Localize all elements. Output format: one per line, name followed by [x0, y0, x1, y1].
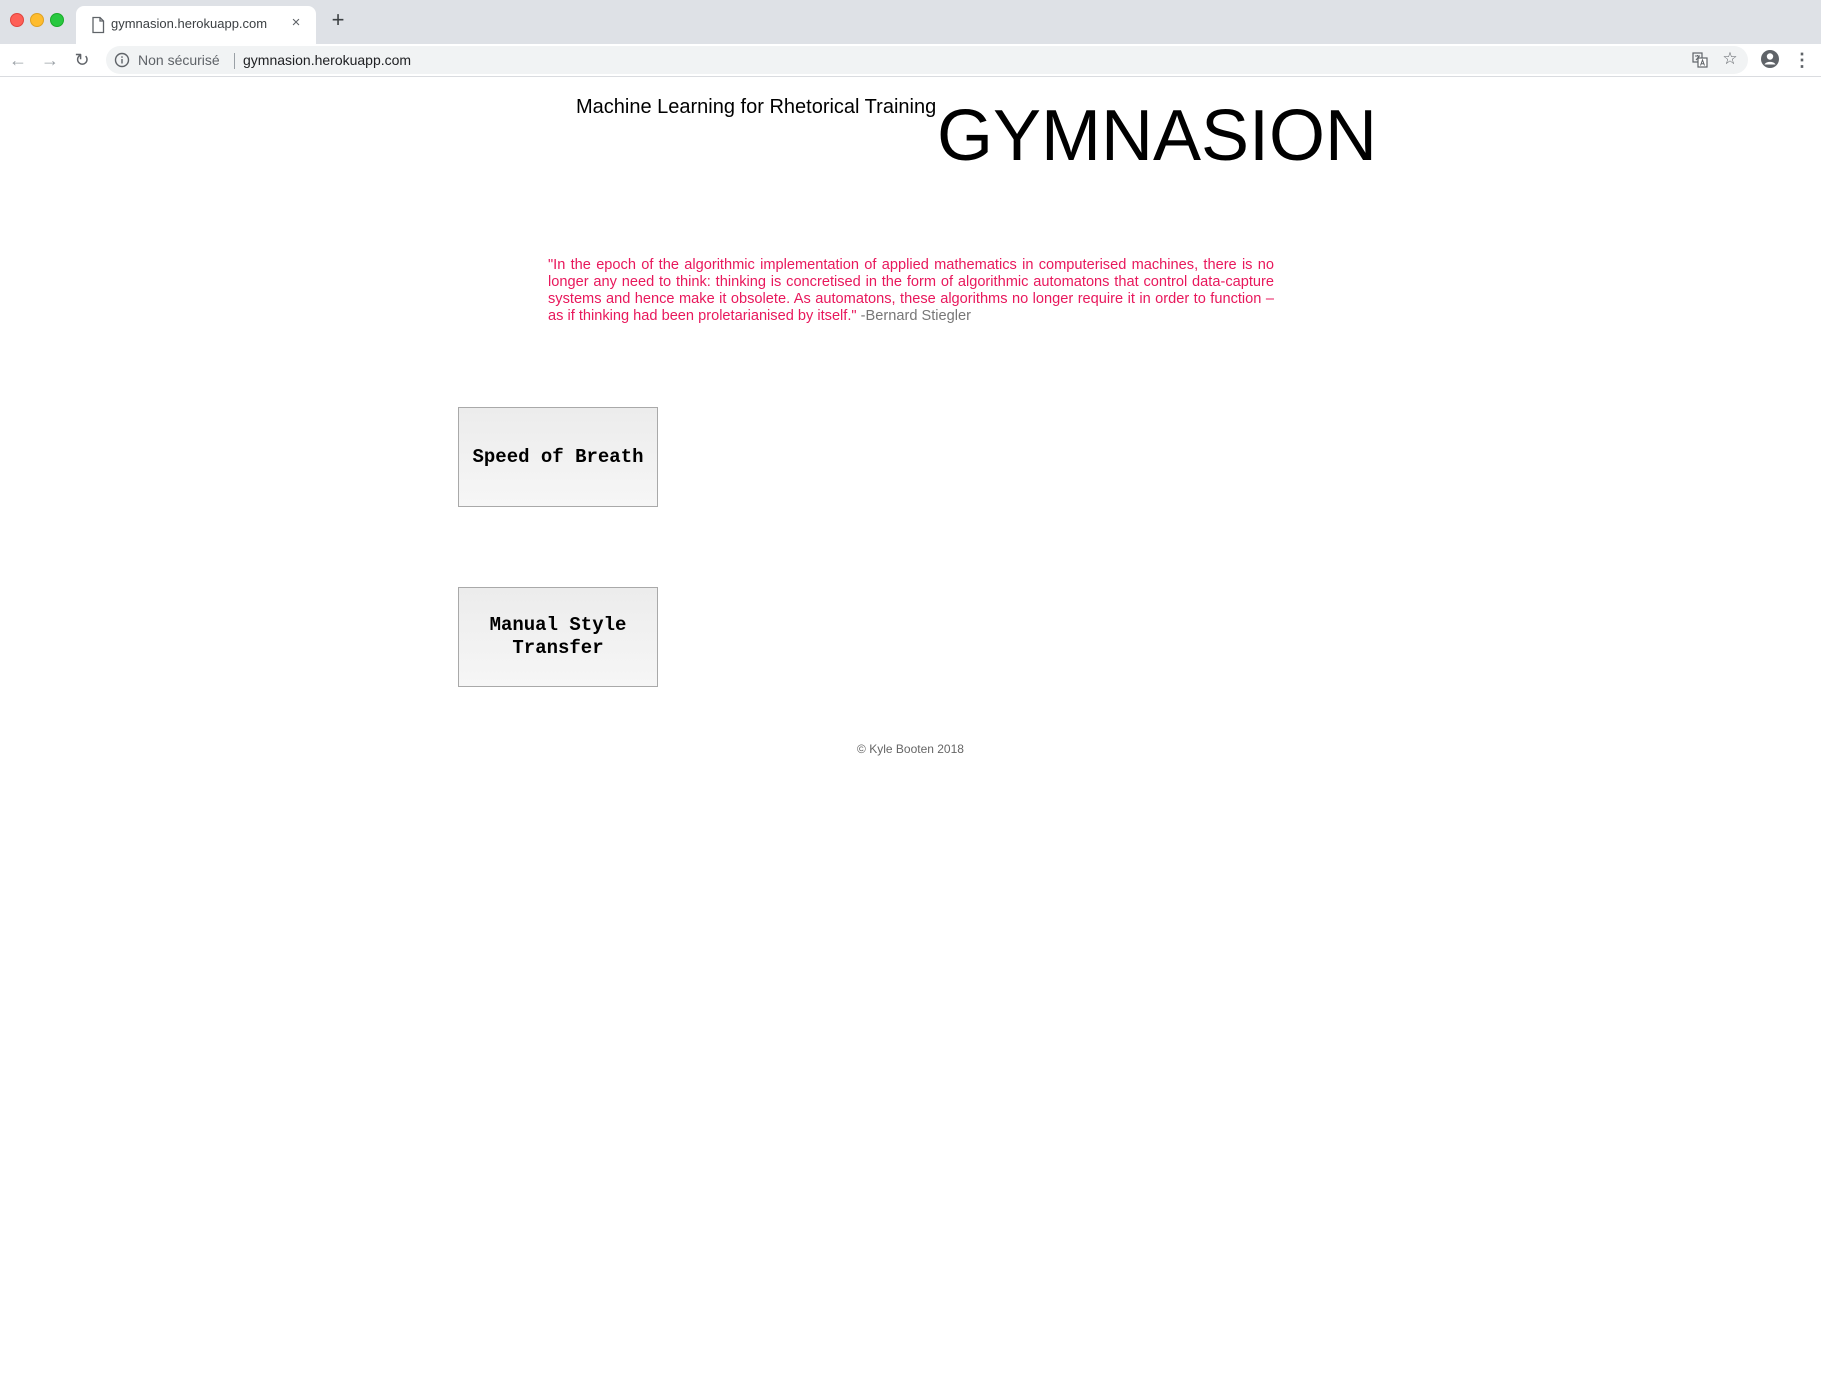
- page-icon: [92, 16, 105, 34]
- security-status[interactable]: Non sécurisé: [138, 52, 220, 68]
- window-minimize-button[interactable]: [30, 13, 44, 27]
- forward-button[interactable]: →: [38, 48, 62, 72]
- browser-toolbar: ← → ↻ Non sécurisé gymnasion.herokuapp.c…: [0, 44, 1821, 77]
- browser-tab-strip: gymnasion.herokuapp.com × +: [0, 0, 1821, 44]
- epigraph-quote: "In the epoch of the algorithmic impleme…: [548, 257, 1274, 325]
- info-icon[interactable]: [114, 52, 130, 68]
- window-zoom-button[interactable]: [50, 13, 64, 27]
- url-text[interactable]: gymnasion.herokuapp.com: [243, 52, 411, 68]
- quote-author: -Bernard Stiegler: [860, 308, 971, 324]
- speed-of-breath-button[interactable]: Speed of Breath: [458, 407, 658, 507]
- reload-button[interactable]: ↻: [70, 48, 94, 72]
- browser-tab-active[interactable]: gymnasion.herokuapp.com ×: [76, 6, 316, 44]
- site-subtitle: Machine Learning for Rhetorical Training: [576, 96, 937, 118]
- window-close-button[interactable]: [10, 13, 24, 27]
- address-bar[interactable]: Non sécurisé gymnasion.herokuapp.com ☆: [106, 46, 1748, 74]
- site-title: GYMNASION: [937, 96, 1378, 176]
- footer-copyright: © Kyle Booten 2018: [857, 742, 964, 756]
- profile-avatar-icon[interactable]: [1760, 49, 1780, 69]
- manual-style-transfer-button[interactable]: Manual Style Transfer: [458, 587, 658, 687]
- address-separator: [234, 53, 235, 69]
- browser-menu-icon[interactable]: ⋮: [1792, 48, 1812, 72]
- back-button[interactable]: ←: [6, 48, 30, 72]
- new-tab-button[interactable]: +: [326, 8, 350, 32]
- bookmark-star-icon[interactable]: ☆: [1720, 49, 1740, 69]
- tab-close-icon[interactable]: ×: [286, 13, 306, 33]
- translate-icon[interactable]: [1692, 52, 1708, 68]
- tab-title: gymnasion.herokuapp.com: [111, 16, 268, 31]
